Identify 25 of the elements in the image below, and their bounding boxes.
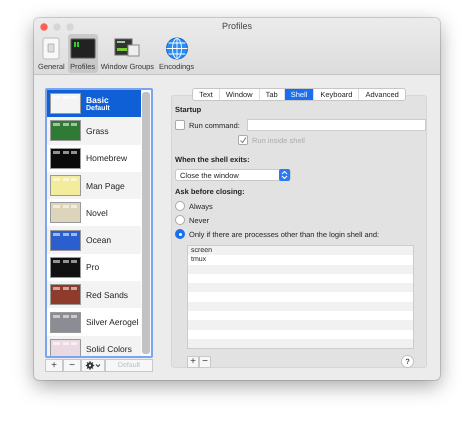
profile-item[interactable]: Man Page (47, 172, 141, 200)
profile-item[interactable]: Novel (47, 199, 141, 226)
window-controls-icon (40, 23, 74, 31)
checkmark-icon (239, 136, 247, 144)
checkbox[interactable] (175, 120, 185, 130)
command-field[interactable] (246, 119, 426, 131)
remove-button[interactable]: − (63, 359, 81, 372)
profile-item[interactable]: Homebrew (47, 144, 141, 172)
window-title: Profiles (222, 21, 252, 31)
stepper-icon (279, 169, 290, 181)
terminal-icon (70, 36, 96, 61)
radio-button[interactable] (175, 201, 185, 211)
add-button[interactable]: + (45, 359, 63, 372)
scrollbar[interactable] (142, 92, 150, 354)
gear-icon (85, 361, 101, 370)
globe-icon (164, 36, 190, 61)
profile-item[interactable]: Red Sands (47, 281, 141, 308)
profile-item[interactable]: Grass (47, 117, 141, 145)
profile-item[interactable]: Solid Colors (47, 336, 141, 356)
radio-button[interactable] (175, 229, 185, 239)
settings-menu-button[interactable] (81, 359, 105, 372)
add-button[interactable]: + (187, 356, 199, 368)
radio-button[interactable] (175, 215, 185, 225)
remove-button[interactable]: − (199, 356, 211, 368)
profile-item[interactable]: Ocean (47, 226, 141, 254)
